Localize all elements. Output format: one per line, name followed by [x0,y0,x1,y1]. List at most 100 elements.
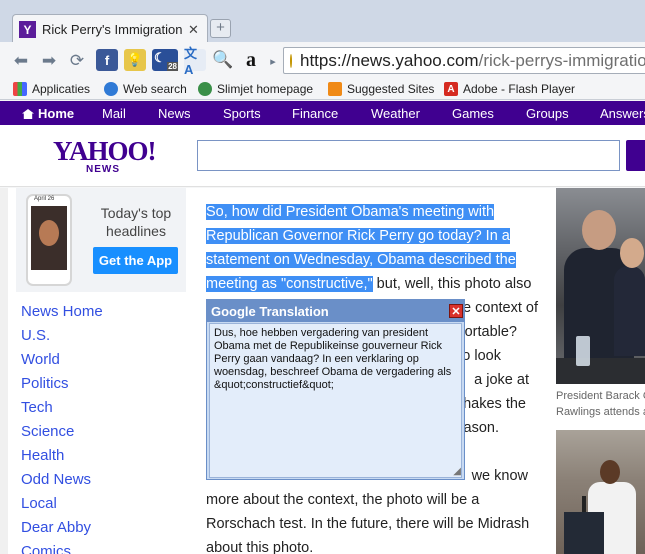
selected-text[interactable]: Republican Governor Rick Perry go today?… [206,228,510,244]
article-text: Rorschach test. In the future, there wil… [206,516,530,532]
left-nav-item[interactable]: Odd News [21,470,103,494]
bookmark-label: Suggested Sites [347,82,435,96]
bookmark-label: Applicaties [32,82,91,96]
caption-line: Rawlings attends a [556,406,645,418]
app-promo: April 26 Today's top headlines Get the A… [16,188,186,292]
left-nav-item[interactable]: U.S. [21,326,103,350]
bookmark-web-search[interactable]: Web search [104,80,187,98]
photo-caption: President Barack O Rawlings attends a [556,388,645,420]
moon-extension-icon[interactable]: ☾ 28 [152,49,178,71]
amazon-icon[interactable]: a [240,49,262,71]
right-column: President Barack O Rawlings attends a [556,188,645,554]
search-button[interactable] [626,140,645,171]
nav-groups[interactable]: Groups [526,106,569,121]
article-text: we know [471,468,528,484]
browser-tab[interactable]: Y Rick Perry's Immigration N ✕ [12,14,208,44]
new-tab-button[interactable]: + [210,19,231,38]
article-text: e context of [463,300,538,316]
get-app-button[interactable]: Get the App [93,247,178,274]
article-text: a joke at [474,372,529,388]
article-text: ason. [463,420,499,436]
slimjet-icon [198,82,212,96]
yahoo-logo[interactable]: YAHOO! [53,138,157,165]
article-line: about this photo. [206,536,546,554]
selected-text[interactable]: So, how did President Obama's meeting wi… [206,204,495,220]
bookmark-suggested-sites[interactable]: Suggested Sites [328,80,434,98]
article-line: So, how did President Obama's meeting wi… [206,200,546,224]
extension-badge: 28 [167,62,178,71]
adobe-icon: A [444,82,458,96]
resize-grip-icon[interactable]: ◢ [453,466,461,477]
nav-answers[interactable]: Answers [600,106,645,121]
reload-icon[interactable]: ⟳ [66,50,88,72]
url-host: https://news.yahoo.com [300,50,479,70]
facebook-icon[interactable]: f [96,49,118,71]
left-nav-item[interactable]: Local [21,494,103,518]
article-text: hakes the [463,396,526,412]
nav-weather[interactable]: Weather [371,106,420,121]
bookmark-applicaties[interactable]: Applicaties [13,80,90,98]
bookmark-label: Adobe - Flash Player [463,82,576,96]
back-arrow-icon[interactable]: ⬅ [10,50,32,72]
left-nav-item[interactable]: News Home [21,302,103,326]
translate-icon[interactable]: 文A [184,46,206,77]
article-text: ortable? [464,324,517,340]
selected-text[interactable]: meeting as "constructive," [206,276,373,292]
nav-label: Home [38,106,75,121]
close-icon[interactable]: ✕ [449,304,463,318]
left-nav-item[interactable]: Politics [21,374,103,398]
nav-news[interactable]: News [158,106,191,121]
menu-arrow-icon[interactable]: ▸ [262,50,284,72]
lightbulb-icon[interactable]: 💡 [124,49,146,71]
article-line: Rorschach test. In the future, there wil… [206,512,546,536]
yahoo-favicon-icon: Y [19,21,36,38]
left-nav-item[interactable]: Science [21,422,103,446]
nav-mail[interactable]: Mail [102,106,126,121]
article-line: Republican Governor Rick Perry go today?… [206,224,546,248]
tab-strip: Y Rick Perry's Immigration N ✕ + [0,0,645,44]
left-nav-item[interactable]: Comics [21,542,103,554]
left-nav-item[interactable]: World [21,350,103,374]
nav-finance[interactable]: Finance [292,106,338,121]
zoom-icon[interactable]: 🔍 [212,49,234,71]
tab-close-icon[interactable]: ✕ [188,22,199,38]
left-nav-item[interactable]: Tech [21,398,103,422]
nav-home[interactable]: Home [22,106,74,121]
popup-title[interactable]: Google Translation [207,300,464,322]
selected-text[interactable]: statement on Wednesday, Obama described … [206,252,516,268]
left-gutter [0,188,8,554]
translation-text: Dus, hoe hebben vergadering van presiden… [209,323,462,478]
yahoo-nav-bar: Home Mail News Sports Finance Weather Ga… [0,101,645,125]
left-nav-item[interactable]: Dear Abby [21,518,103,542]
promo-headline: Today's top headlines [100,205,172,239]
bookmark-slimjet[interactable]: Slimjet homepage [198,80,313,98]
phone-date: April 26 [34,196,55,202]
forward-arrow-icon[interactable]: ➡ [38,50,60,72]
search-input[interactable] [197,140,620,171]
home-icon [22,109,34,119]
article-line: meeting as "constructive," but, well, th… [206,272,546,296]
yahoo-logo-sub: NEWS [86,164,120,175]
google-translation-popup: Google Translation ✕ Dus, hoe hebben ver… [206,299,465,480]
article-text: but, well, this photo also [372,276,532,292]
left-nav: News Home U.S. World Politics Tech Scien… [21,302,103,554]
address-bar[interactable]: https://news.yahoo.com/rick-perrys-immig… [283,47,645,74]
yahoo-header: YAHOO! NEWS [0,125,645,187]
article-text: more about the context, the photo will b… [206,492,480,508]
nav-sports[interactable]: Sports [223,106,261,121]
article-text: o look [462,348,501,364]
bookmark-label: Web search [123,82,187,96]
lock-icon [290,53,292,68]
suggested-sites-icon [328,82,342,96]
bookmarks-bar: Applicaties Web search Slimjet homepage … [0,78,645,100]
search-globe-icon [104,82,118,96]
bookmark-adobe[interactable]: A Adobe - Flash Player [444,80,575,98]
article-line: statement on Wednesday, Obama described … [206,248,546,272]
news-photo-podium[interactable] [556,430,645,554]
nav-games[interactable]: Games [452,106,494,121]
left-nav-item[interactable]: Health [21,446,103,470]
news-photo-obama-perry[interactable] [556,188,645,384]
browser-toolbar: ⬅ ➡ ⟳ f 💡 ☾ 28 文A 🔍 a ▸ https://news.yah… [0,42,645,78]
tab-title: Rick Perry's Immigration N [42,22,182,37]
apps-grid-icon [13,82,27,96]
